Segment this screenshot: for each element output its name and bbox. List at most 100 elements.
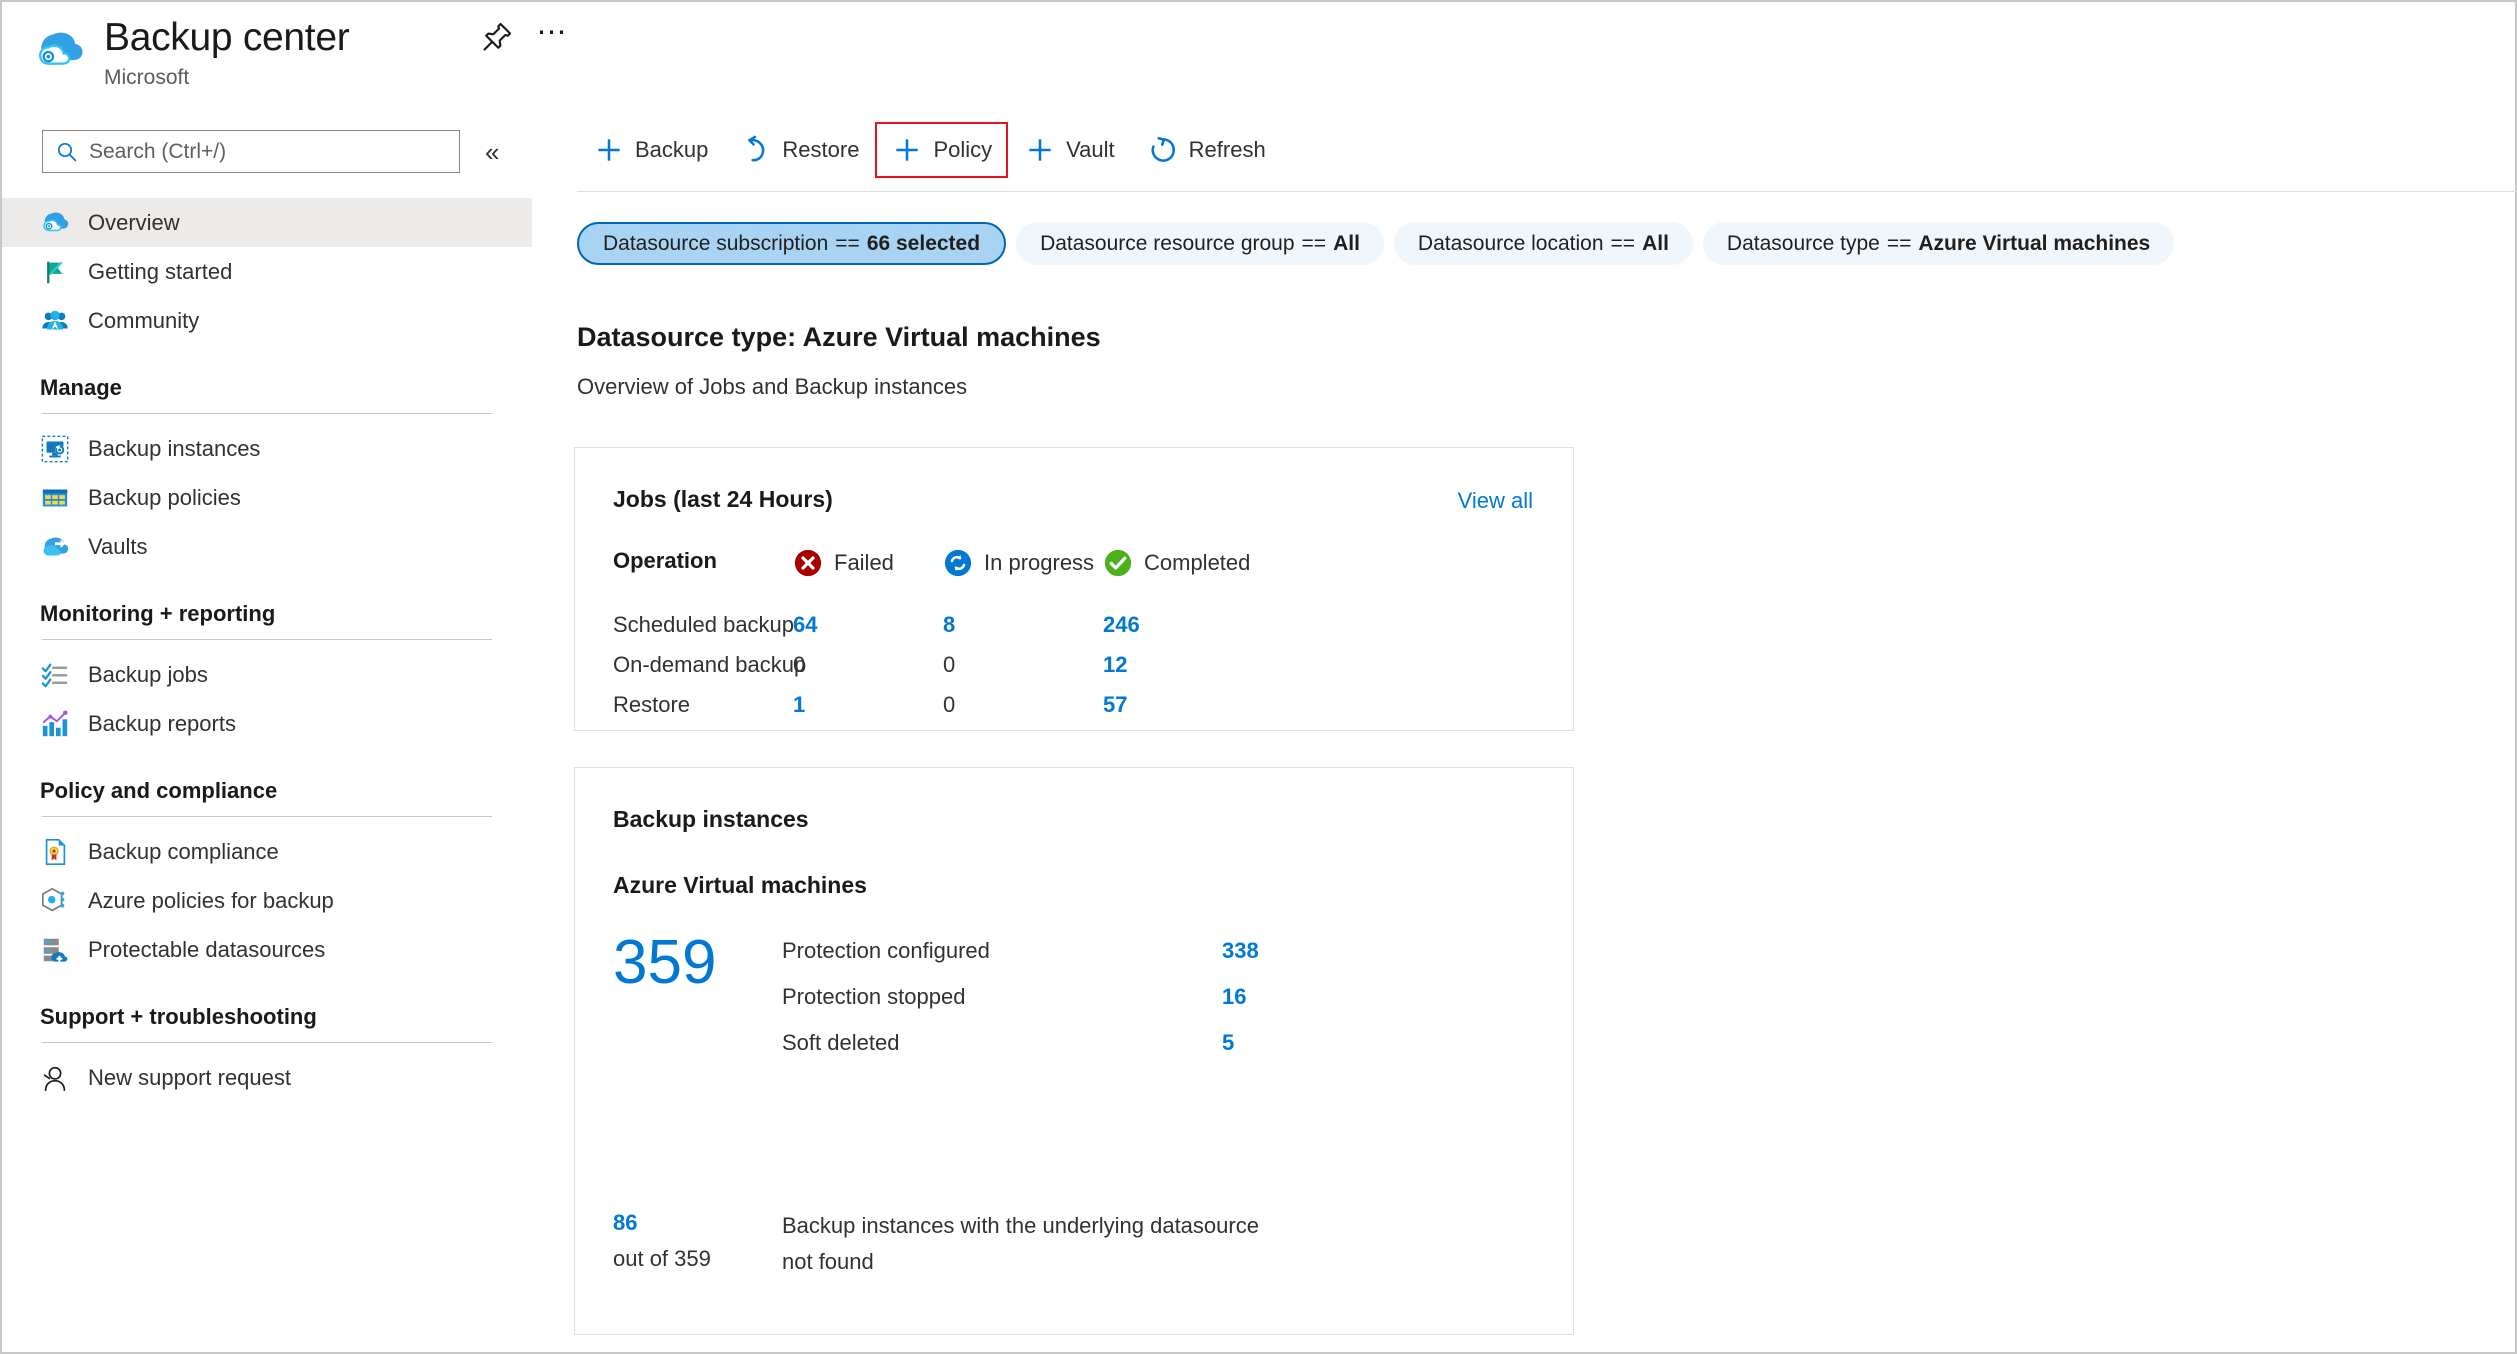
cloud-backup-icon bbox=[38, 32, 83, 65]
column-header-in-progress: In progress bbox=[943, 548, 1094, 578]
filter-name: Datasource type bbox=[1726, 231, 1880, 255]
sidebar-item-backup-policies[interactable]: Backup policies bbox=[2, 473, 532, 522]
filter-operator: == bbox=[1301, 231, 1327, 255]
cloud-backup-icon bbox=[43, 212, 69, 231]
vault-button[interactable]: Vault bbox=[1008, 122, 1131, 178]
sidebar-item-label: New support request bbox=[88, 1064, 291, 1090]
search-box[interactable] bbox=[42, 130, 460, 173]
bar-chart-icon bbox=[42, 710, 68, 736]
nav-divider bbox=[42, 816, 492, 817]
filter-name: Datasource resource group bbox=[1040, 231, 1295, 255]
sidebar-item-overview[interactable]: Overview bbox=[2, 198, 532, 247]
undo-icon bbox=[748, 135, 765, 162]
filter-pill-datasource-location[interactable]: Datasource location == All bbox=[1393, 222, 1693, 265]
sidebar-item-community[interactable]: Community bbox=[2, 296, 532, 345]
sidebar-item-label: Overview bbox=[88, 209, 180, 235]
sidebar-item-backup-compliance[interactable]: Backup compliance bbox=[2, 827, 532, 876]
list-item: Protection stopped 16 bbox=[782, 984, 1542, 1030]
restore-button[interactable]: Restore bbox=[724, 122, 875, 178]
column-header-completed: Completed bbox=[1103, 548, 1250, 578]
policy-button[interactable]: Policy bbox=[875, 122, 1009, 178]
table-row: Restore 1 0 57 bbox=[613, 692, 1533, 740]
row-completed-count[interactable]: 12 bbox=[1103, 652, 1127, 678]
orphaned-description: Backup instances with the underlying dat… bbox=[782, 1213, 1259, 1274]
sidebar-item-new-support-request[interactable]: New support request bbox=[2, 1053, 532, 1102]
row-completed-count[interactable]: 57 bbox=[1103, 692, 1127, 718]
column-header-label: Completed bbox=[1144, 550, 1251, 575]
policy-hex-icon bbox=[41, 887, 65, 911]
row-in-progress-count: 0 bbox=[943, 652, 956, 677]
backup-instance-icon bbox=[41, 435, 69, 462]
breakdown-value[interactable]: 16 bbox=[1222, 984, 1246, 1010]
backup-center-blade: Backup center Microsoft ⋯ « Overview bbox=[0, 0, 2517, 1354]
search-icon bbox=[57, 142, 77, 161]
sidebar-item-getting-started[interactable]: Getting started bbox=[2, 247, 532, 296]
filter-operator: == bbox=[1886, 231, 1912, 255]
blade-header: Backup center Microsoft bbox=[2, 2, 532, 117]
backup-button[interactable]: Backup bbox=[577, 122, 724, 178]
sidebar-item-label: Vaults bbox=[88, 533, 148, 559]
sidebar-item-label: Backup reports bbox=[88, 710, 236, 736]
person-support-icon bbox=[43, 1066, 66, 1091]
certificate-document-icon bbox=[45, 838, 66, 865]
pin-icon[interactable] bbox=[480, 20, 514, 54]
filter-value: All bbox=[1333, 231, 1360, 255]
row-failed-count: 0 bbox=[793, 652, 806, 677]
filter-operator: == bbox=[835, 231, 860, 255]
people-icon bbox=[42, 310, 68, 329]
row-failed-count[interactable]: 1 bbox=[793, 692, 805, 718]
content-area: Backup Restore Policy Vault Refresh Data… bbox=[532, 2, 2517, 1352]
sidebar-item-label: Backup compliance bbox=[88, 838, 279, 864]
error-circle-icon bbox=[794, 549, 822, 577]
sidebar-item-protectable-datasources[interactable]: Protectable datasources bbox=[2, 925, 532, 974]
plus-icon bbox=[598, 139, 620, 161]
column-header-label: In progress bbox=[984, 550, 1095, 575]
search-input[interactable] bbox=[89, 139, 429, 164]
column-header-label: Failed bbox=[834, 550, 894, 575]
column-header-operation: Operation bbox=[613, 548, 717, 573]
nav-divider bbox=[42, 639, 492, 640]
sidebar-item-backup-reports[interactable]: Backup reports bbox=[2, 699, 532, 748]
nav-divider bbox=[42, 1042, 492, 1043]
check-circle-icon bbox=[1104, 549, 1132, 577]
breakdown-value[interactable]: 5 bbox=[1222, 1030, 1234, 1056]
nav-divider bbox=[42, 413, 492, 414]
column-header-failed: Failed bbox=[793, 548, 894, 578]
orphaned-count[interactable]: 86 bbox=[613, 1210, 637, 1236]
sidebar-item-azure-policies-for-backup[interactable]: Azure policies for backup bbox=[2, 876, 532, 925]
sidebar-nav: Overview Getting started Community Manag… bbox=[2, 198, 532, 1102]
sidebar-item-backup-instances[interactable]: Backup instances bbox=[2, 424, 532, 473]
row-failed-count[interactable]: 64 bbox=[793, 612, 817, 638]
toolbar-button-label: Policy bbox=[933, 137, 993, 162]
jobs-card-title: Jobs (last 24 Hours) bbox=[613, 486, 833, 512]
filter-pill-datasource-subscription[interactable]: Datasource subscription == 66 selected bbox=[577, 222, 1007, 265]
section-subtitle: Overview of Jobs and Backup instances bbox=[577, 374, 968, 399]
breakdown-label: Protection configured bbox=[782, 938, 990, 963]
plus-icon bbox=[896, 139, 919, 161]
sidebar-item-backup-jobs[interactable]: Backup jobs bbox=[2, 650, 532, 699]
total-instances-count[interactable]: 359 bbox=[613, 928, 716, 998]
instances-breakdown: Protection configured 338 Protection sto… bbox=[782, 938, 1542, 1076]
breakdown-value[interactable]: 338 bbox=[1222, 938, 1259, 964]
filter-name: Datasource location bbox=[1417, 231, 1604, 255]
nav-group-title: Support + troubleshooting bbox=[40, 1004, 317, 1029]
view-all-link[interactable]: View all bbox=[1458, 488, 1533, 514]
filter-pill-datasource-type[interactable]: Datasource type == Azure Virtual machine… bbox=[1702, 222, 2175, 265]
row-completed-count[interactable]: 246 bbox=[1103, 612, 1140, 638]
refresh-icon bbox=[1151, 137, 1175, 162]
sidebar-item-label: Backup instances bbox=[88, 435, 261, 461]
filter-pill-datasource-resource-group[interactable]: Datasource resource group == All bbox=[1016, 222, 1384, 265]
list-item: Soft deleted 5 bbox=[782, 1030, 1542, 1076]
filter-value: All bbox=[1642, 231, 1669, 255]
toolbar-divider bbox=[577, 191, 2517, 192]
collapse-sidebar-button[interactable]: « bbox=[485, 138, 499, 166]
refresh-button[interactable]: Refresh bbox=[1131, 122, 1282, 178]
sidebar-item-vaults[interactable]: Vaults bbox=[2, 522, 532, 571]
nav-group-title: Monitoring + reporting bbox=[40, 601, 276, 626]
row-in-progress-count[interactable]: 8 bbox=[943, 612, 955, 638]
breakdown-label: Protection stopped bbox=[782, 984, 966, 1009]
